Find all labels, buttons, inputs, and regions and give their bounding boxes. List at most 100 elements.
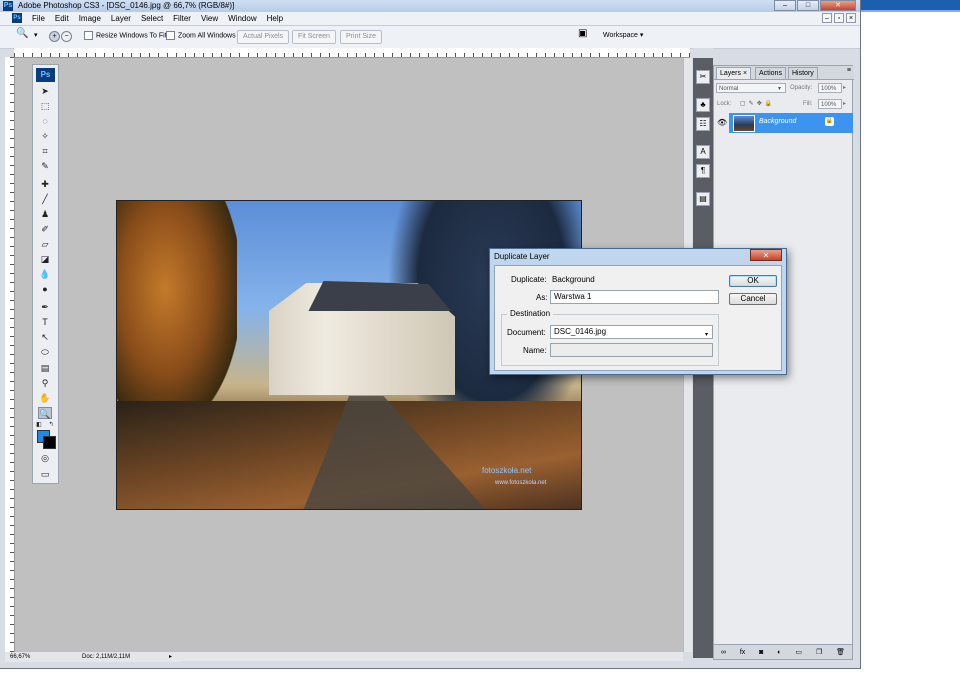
- hand-tool-icon[interactable]: ✋: [38, 392, 52, 404]
- doc-minimize-icon[interactable]: –: [822, 13, 832, 23]
- healing-brush-tool-icon[interactable]: ✚: [38, 178, 52, 190]
- dialog-close-icon[interactable]: ✕: [750, 249, 782, 261]
- document-window-controls: – ▫ ×: [820, 13, 856, 23]
- menu-layer[interactable]: Layer: [106, 12, 136, 25]
- history-brush-tool-icon[interactable]: ✐: [38, 223, 52, 235]
- toolbox: Ps ➤ ⬚ ◌ ✧ ⌗ ✎ ✚ ╱ ♟ ✐ ▱ ◪ 💧 ● ✒ T ↖ ⬭ ▤…: [32, 64, 59, 484]
- menu-image[interactable]: Image: [74, 12, 106, 25]
- status-menu-arrow-icon[interactable]: ▸: [169, 652, 172, 662]
- adjustment-layer-icon[interactable]: ◐: [777, 649, 781, 656]
- eyedropper-tool-icon[interactable]: ⚲: [38, 377, 52, 389]
- tool-presets-panel-icon[interactable]: ☷: [696, 117, 710, 131]
- new-group-icon[interactable]: ▭: [795, 648, 802, 656]
- marquee-tool-icon[interactable]: ⬚: [38, 100, 52, 112]
- document-select[interactable]: DSC_0146.jpg ▾: [550, 325, 713, 339]
- magic-wand-tool-icon[interactable]: ✧: [38, 130, 52, 142]
- desktop-taskbar-highlight: [860, 10, 960, 12]
- menu-window[interactable]: Window: [223, 12, 261, 25]
- eraser-tool-icon[interactable]: ▱: [38, 238, 52, 250]
- fill-field[interactable]: 100%: [818, 99, 842, 109]
- zoom-all-checkbox[interactable]: [166, 31, 175, 40]
- panel-menu-icon[interactable]: ≡: [847, 67, 851, 74]
- brush-tool-icon[interactable]: ╱: [38, 193, 52, 205]
- minimize-icon[interactable]: –: [774, 0, 796, 11]
- zoom-all-option[interactable]: Zoom All Windows: [166, 31, 236, 41]
- layer-style-icon[interactable]: fx: [740, 649, 745, 656]
- crop-tool-icon[interactable]: ⌗: [38, 145, 52, 157]
- print-size-button[interactable]: Print Size: [340, 30, 382, 44]
- resize-windows-option[interactable]: Resize Windows To Fit: [84, 31, 167, 41]
- new-layer-icon[interactable]: ❐: [816, 648, 822, 656]
- zoom-out-icon[interactable]: −: [61, 31, 72, 42]
- fit-screen-button[interactable]: Fit Screen: [292, 30, 336, 44]
- clone-stamp-tool-icon[interactable]: ♟: [38, 208, 52, 220]
- quick-mask-icon[interactable]: ◎: [38, 452, 52, 464]
- layer-thumbnail: [733, 115, 755, 132]
- path-selection-tool-icon[interactable]: ↖: [38, 331, 52, 343]
- as-name-input[interactable]: Warstwa 1: [550, 290, 719, 304]
- menu-view[interactable]: View: [196, 12, 223, 25]
- notes-tool-icon[interactable]: ▤: [38, 362, 52, 374]
- photo-tree-left: [117, 201, 237, 421]
- zoom-tool-selected-icon[interactable]: 🔍: [38, 407, 52, 419]
- move-tool-icon[interactable]: ➤: [38, 85, 52, 97]
- character-panel-icon[interactable]: A: [696, 145, 710, 159]
- dodge-tool-icon[interactable]: ●: [38, 283, 52, 295]
- link-layers-icon[interactable]: ∞: [721, 649, 726, 656]
- zoom-tool-icon[interactable]: 🔍: [16, 29, 28, 39]
- delete-layer-icon[interactable]: 🗑: [836, 648, 845, 656]
- menu-help[interactable]: Help: [262, 12, 288, 25]
- close-icon[interactable]: ✕: [820, 0, 856, 11]
- blend-mode-select[interactable]: Normal ▾: [716, 83, 786, 93]
- tab-actions[interactable]: Actions: [755, 67, 786, 79]
- pen-tool-icon[interactable]: ✒: [38, 301, 52, 313]
- brushes-panel-icon[interactable]: ♣: [696, 98, 710, 112]
- tab-layers-label: Layers: [720, 70, 742, 77]
- document-label: Document:: [507, 328, 546, 337]
- dialog-body: Duplicate: Background As: Warstwa 1 Dest…: [494, 265, 782, 371]
- layer-comps-panel-icon[interactable]: ▤: [696, 192, 710, 206]
- document-value: DSC_0146.jpg: [554, 327, 607, 336]
- fill-label: Fill:: [803, 101, 813, 107]
- tab-history[interactable]: History: [788, 67, 818, 79]
- tool-preset-dropdown-icon[interactable]: ▾: [34, 31, 38, 41]
- menu-select[interactable]: Select: [136, 12, 168, 25]
- background-color-swatch[interactable]: [43, 436, 56, 449]
- workspace-menu[interactable]: Workspace ▾: [603, 31, 643, 41]
- opacity-arrow-icon[interactable]: ▸: [843, 83, 846, 93]
- paragraph-panel-icon[interactable]: ¶: [696, 164, 710, 178]
- menu-filter[interactable]: Filter: [168, 12, 196, 25]
- eye-visibility-icon[interactable]: 👁: [717, 118, 727, 127]
- palette-well-icon[interactable]: ▣: [578, 29, 587, 39]
- layer-mask-icon[interactable]: ◙: [759, 649, 763, 656]
- type-tool-icon[interactable]: T: [38, 316, 52, 328]
- screen-mode-icon[interactable]: ▭: [38, 468, 52, 480]
- blur-tool-icon[interactable]: 💧: [38, 268, 52, 280]
- navigator-panel-icon[interactable]: ✂: [696, 70, 710, 84]
- opacity-field[interactable]: 100%: [818, 83, 842, 93]
- slice-tool-icon[interactable]: ✎: [38, 160, 52, 172]
- layer-name: Background: [759, 118, 797, 125]
- duplicate-label: Duplicate:: [511, 275, 547, 284]
- menu-edit[interactable]: Edit: [50, 12, 74, 25]
- window-title: Adobe Photoshop CS3 - [DSC_0146.jpg @ 66…: [18, 1, 235, 10]
- zoom-in-icon[interactable]: +: [49, 31, 60, 42]
- zoom-level[interactable]: 66,67%: [10, 652, 30, 662]
- doc-restore-icon[interactable]: ▫: [834, 13, 844, 23]
- maximize-icon[interactable]: □: [797, 0, 819, 11]
- fill-arrow-icon[interactable]: ▸: [843, 99, 846, 109]
- shape-tool-icon[interactable]: ⬭: [38, 346, 52, 358]
- paint-bucket-tool-icon[interactable]: ◪: [38, 253, 52, 265]
- lock-options-icons[interactable]: ▢✎✥🔒: [740, 99, 775, 109]
- panel-tabs: Layers × Actions History ≡: [714, 66, 854, 80]
- name-label: Name:: [523, 346, 547, 355]
- actual-pixels-button[interactable]: Actual Pixels: [237, 30, 289, 44]
- cancel-button[interactable]: Cancel: [729, 293, 777, 305]
- horizontal-scrollbar[interactable]: [180, 652, 683, 661]
- doc-close-icon[interactable]: ×: [846, 13, 856, 23]
- resize-windows-checkbox[interactable]: [84, 31, 93, 40]
- lasso-tool-icon[interactable]: ◌: [38, 115, 52, 127]
- menu-file[interactable]: File: [27, 12, 50, 25]
- ok-button[interactable]: OK: [729, 275, 777, 287]
- tab-layers[interactable]: Layers ×: [716, 67, 752, 79]
